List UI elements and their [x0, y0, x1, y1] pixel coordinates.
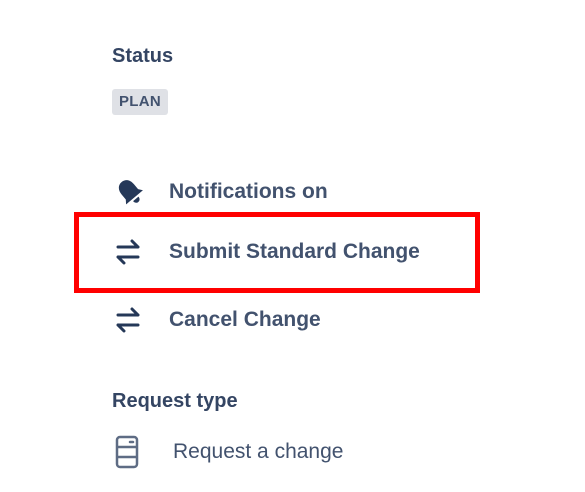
- status-badge[interactable]: PLAN: [112, 89, 169, 115]
- change-request-icon: [112, 432, 160, 472]
- transition-arrows-icon: [112, 232, 152, 272]
- notifications-label: Notifications on: [169, 180, 328, 203]
- submit-standard-change-button[interactable]: Submit Standard Change: [112, 232, 420, 272]
- cancel-change-label: Cancel Change: [169, 308, 321, 331]
- cancel-change-button[interactable]: Cancel Change: [112, 300, 321, 340]
- request-type-heading: Request type: [112, 390, 238, 412]
- request-type-value: Request a change: [112, 432, 343, 472]
- transition-arrows-icon: [112, 300, 152, 340]
- bell-icon: [112, 172, 152, 212]
- submit-standard-change-label: Submit Standard Change: [169, 240, 420, 263]
- request-type-label: Request a change: [173, 440, 344, 463]
- notifications-toggle[interactable]: Notifications on: [112, 172, 328, 212]
- status-heading: Status: [112, 45, 174, 67]
